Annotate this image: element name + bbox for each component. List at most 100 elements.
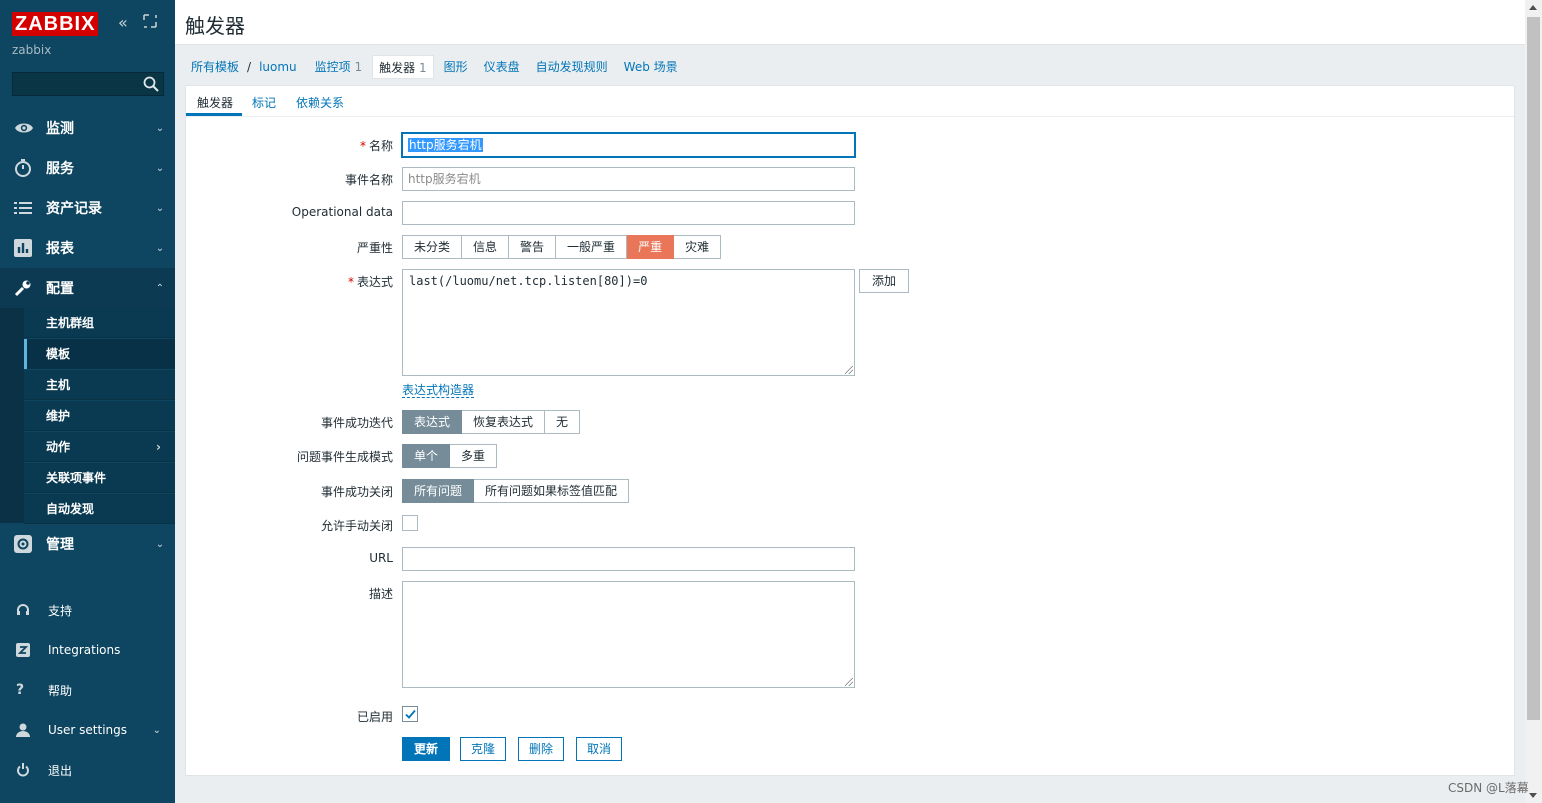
page-scrollbar[interactable] (1525, 0, 1542, 803)
event-name-field[interactable]: http服务宕机 (402, 167, 855, 191)
breadcrumb-dashboards[interactable]: 仪表盘 (478, 55, 526, 79)
chevron-down-icon: ⌄ (152, 724, 161, 736)
breadcrumb-separator: / (247, 60, 252, 74)
sidebar-search-input[interactable] (12, 72, 164, 96)
submenu-label: 动作 (46, 440, 71, 454)
add-expression-button[interactable]: 添加 (859, 269, 910, 293)
submenu-correlation[interactable]: 关联项事件 (24, 463, 175, 493)
problem-mode-single[interactable]: 单个 (402, 444, 451, 468)
severity-disaster[interactable]: 灾难 (674, 235, 722, 259)
ok-event-recovery-expression[interactable]: 恢复表达式 (462, 410, 546, 434)
manual-close-checkbox[interactable] (402, 515, 418, 531)
user-icon (0, 723, 48, 737)
submenu-label: 维护 (46, 409, 71, 423)
scrollbar-thumb[interactable] (1527, 17, 1540, 720)
expression-textarea[interactable]: last(/luomu/net.tcp.listen[80])=0 (402, 269, 855, 376)
breadcrumb-graphs[interactable]: 图形 (438, 55, 474, 79)
stopwatch-icon (0, 159, 46, 177)
kiosk-mode-icon[interactable] (143, 14, 157, 32)
breadcrumb-items[interactable]: 监控项 1 (309, 55, 368, 79)
submenu-discovery[interactable]: 自动发现 (24, 494, 175, 524)
ok-event-none[interactable]: 无 (545, 410, 581, 434)
label-text: 表达式 (356, 275, 393, 289)
submenu-actions[interactable]: 动作 › (24, 432, 175, 462)
breadcrumb-all-templates[interactable]: 所有模板 (185, 55, 245, 79)
description-textarea[interactable] (402, 581, 855, 688)
search-icon[interactable] (143, 76, 159, 95)
active-tab-underline (186, 113, 242, 116)
chevron-down-icon: ⌄ (155, 538, 165, 550)
ok-close-tag-match[interactable]: 所有问题如果标签值匹配 (474, 479, 630, 503)
severity-average[interactable]: 一般严重 (556, 235, 628, 259)
clone-button[interactable]: 克隆 (460, 737, 507, 761)
ok-event-gen-selector: 表达式 恢复表达式 无 (402, 410, 581, 434)
scroll-down-arrow-icon[interactable] (1529, 793, 1537, 798)
update-button[interactable]: 更新 (402, 737, 451, 761)
resize-grip-icon[interactable] (845, 366, 853, 374)
breadcrumb-discovery[interactable]: 自动发现规则 (530, 55, 614, 79)
submenu-templates[interactable]: 模板 (24, 339, 175, 369)
enabled-checkbox[interactable] (402, 706, 418, 722)
zabbix-logo[interactable]: ZABBIX (12, 12, 99, 36)
problem-mode-multiple[interactable]: 多重 (450, 444, 498, 468)
name-field[interactable]: http服务宕机 (401, 132, 856, 158)
menu-inventory[interactable]: 资产记录 ⌄ (0, 188, 175, 228)
menu-monitoring[interactable]: 监测 ⌄ (0, 108, 175, 148)
menu-services[interactable]: 服务 ⌄ (0, 148, 175, 188)
breadcrumb-web[interactable]: Web 场景 (618, 55, 684, 79)
ok-event-expression[interactable]: 表达式 (402, 410, 463, 434)
submenu-label: 自动发现 (46, 502, 95, 516)
required-asterisk: * (359, 139, 366, 153)
problem-mode-selector: 单个 多重 (402, 444, 498, 468)
list-icon (0, 201, 46, 215)
scroll-up-arrow-icon[interactable] (1529, 5, 1537, 10)
tab-dependencies[interactable]: 依赖关系 (296, 94, 344, 111)
expression-value: last(/luomu/net.tcp.listen[80])=0 (409, 274, 648, 288)
page-header: 触发器 (175, 0, 1525, 45)
enabled-label: 已启用 (356, 710, 393, 724)
submenu-label: 模板 (46, 347, 71, 361)
menu-integrations[interactable]: Integrations (0, 630, 175, 670)
question-icon: ? (16, 682, 25, 698)
cancel-button[interactable]: 取消 (576, 737, 623, 761)
severity-high[interactable]: 严重 (627, 235, 675, 259)
tab-tags[interactable]: 标记 (252, 94, 276, 111)
menu-user-settings[interactable]: User settings ⌄ (0, 710, 175, 750)
severity-warning[interactable]: 警告 (509, 235, 557, 259)
submenu-hosts[interactable]: 主机 (24, 370, 175, 400)
submenu-host-groups[interactable]: 主机群组 (24, 308, 175, 338)
breadcrumb: 所有模板 / luomu 监控项 1 触发器 1 图形 仪表盘 自动发现规则 W… (185, 54, 684, 80)
submenu-maintenance[interactable]: 维护 (24, 401, 175, 431)
chevron-down-icon: ⌄ (155, 162, 165, 174)
name-label: * 名称 (186, 137, 393, 154)
delete-button[interactable]: 删除 (518, 737, 565, 761)
menu-configuration[interactable]: 配置 ⌃ (0, 268, 175, 308)
opdata-field[interactable] (402, 201, 855, 225)
url-field[interactable] (402, 547, 855, 571)
severity-information[interactable]: 信息 (462, 235, 510, 259)
menu-label: 退出 (48, 763, 73, 778)
breadcrumb-triggers[interactable]: 触发器 1 (372, 55, 434, 79)
menu-label: 管理 (46, 537, 74, 553)
submenu-label: 关联项事件 (46, 471, 107, 485)
ok-close-label: 事件成功关闭 (320, 485, 393, 499)
resize-grip-icon[interactable] (845, 678, 853, 686)
expression-constructor-link[interactable]: 表达式构造器 (402, 383, 475, 398)
submenu-gutter (0, 308, 24, 523)
menu-help[interactable]: ? 帮助 (0, 670, 175, 710)
severity-not-classified[interactable]: 未分类 (402, 235, 463, 259)
menu-administration[interactable]: 管理 ⌄ (0, 524, 175, 564)
items-count: 1 (354, 60, 363, 74)
zabbix-z-icon (0, 643, 48, 657)
url-label: URL (369, 551, 393, 565)
ok-close-selector: 所有问题 所有问题如果标签值匹配 (402, 479, 630, 503)
menu-reports[interactable]: 报表 ⌄ (0, 228, 175, 268)
tab-trigger[interactable]: 触发器 (197, 94, 233, 111)
triggers-count: 1 (418, 61, 427, 75)
collapse-sidebar-icon[interactable]: « (118, 14, 128, 32)
menu-label: 报表 (46, 241, 74, 257)
ok-close-all[interactable]: 所有问题 (402, 479, 475, 503)
menu-sign-out[interactable]: 退出 (0, 750, 175, 790)
menu-support[interactable]: 支持 (0, 590, 175, 630)
breadcrumb-template[interactable]: luomu (253, 55, 303, 79)
